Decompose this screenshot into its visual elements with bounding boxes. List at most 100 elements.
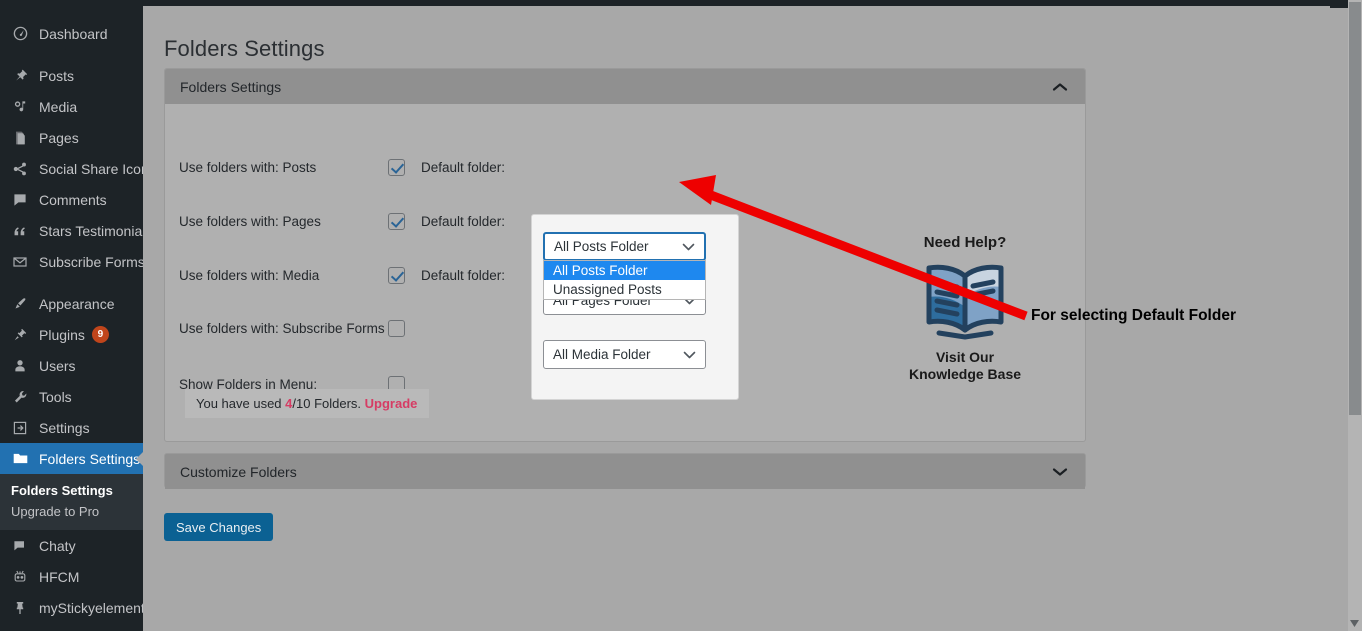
annotation-text: For selecting Default Folder bbox=[1031, 307, 1236, 324]
chevron-down-icon bbox=[682, 242, 695, 251]
customize-folders-panel-header[interactable]: Customize Folders bbox=[165, 454, 1085, 489]
sidebar-label: Stars Testimonials bbox=[39, 222, 143, 239]
need-help-subtitle[interactable]: Visit Our Knowledge Base bbox=[860, 349, 1070, 383]
screen-root: Dashboard Posts Media Pages Social Share bbox=[0, 0, 1362, 631]
sidebar-item-media[interactable]: Media bbox=[0, 91, 143, 122]
pin-icon bbox=[9, 66, 31, 86]
comment-icon bbox=[9, 190, 31, 210]
sidebar-label: Chaty bbox=[39, 537, 76, 554]
sidebar-item-mystickyelements[interactable]: myStickyelements bbox=[0, 592, 143, 623]
notice-prefix: You have used bbox=[196, 396, 286, 411]
sidebar-item-hfcm[interactable]: HFCM bbox=[0, 561, 143, 592]
sidebar-item-posts[interactable]: Posts bbox=[0, 60, 143, 91]
folders-settings-panel-body: Use folders with: Posts Default folder: … bbox=[165, 104, 1085, 442]
submenu-item-upgrade-to-pro[interactable]: Upgrade to Pro bbox=[0, 501, 143, 522]
sidebar-label: Dashboard bbox=[39, 25, 108, 42]
media-icon bbox=[9, 97, 31, 117]
sidebar-label: Settings bbox=[39, 419, 90, 436]
submenu-item-folders-settings[interactable]: Folders Settings bbox=[0, 480, 143, 501]
sidebar-item-social-share-icons[interactable]: Social Share Icons bbox=[0, 153, 143, 184]
chevron-down-icon[interactable] bbox=[1052, 466, 1068, 477]
pages-icon bbox=[9, 128, 31, 148]
envelope-icon bbox=[9, 252, 31, 272]
sidebar-label: Users bbox=[39, 357, 76, 374]
sidebar-item-pages[interactable]: Pages bbox=[0, 122, 143, 153]
checkbox-use-folders-pages[interactable] bbox=[388, 212, 405, 230]
chat-icon bbox=[9, 536, 31, 556]
dashboard-icon bbox=[9, 24, 31, 44]
topbar-corner bbox=[1330, 0, 1348, 8]
chevron-up-icon[interactable] bbox=[1052, 81, 1068, 92]
checkbox-use-folders-posts[interactable] bbox=[388, 158, 405, 176]
sidebar-item-subscribe-forms[interactable]: Subscribe Forms bbox=[0, 246, 143, 277]
sidebar-label: Comments bbox=[39, 191, 107, 208]
upgrade-link[interactable]: Upgrade bbox=[365, 396, 418, 411]
default-folder-dropdown-surface: All Posts Folder All Pages Folder All Me… bbox=[531, 214, 739, 400]
notice-middle: /10 Folders. bbox=[292, 396, 365, 411]
sidebar-item-settings[interactable]: Settings bbox=[0, 412, 143, 443]
wrench-icon bbox=[9, 387, 31, 407]
folder-icon bbox=[9, 449, 31, 469]
panel-title: Customize Folders bbox=[180, 463, 297, 480]
quote-icon bbox=[9, 221, 31, 241]
select-default-folder-media[interactable]: All Media Folder bbox=[543, 340, 706, 369]
sidebar-label: HFCM bbox=[39, 568, 80, 585]
dropdown-option-unassigned-posts[interactable]: Unassigned Posts bbox=[544, 280, 705, 299]
sidebar-label: Posts bbox=[39, 67, 75, 84]
scroll-down-arrow-icon[interactable] bbox=[1350, 620, 1359, 627]
sidebar-label: Media bbox=[39, 98, 78, 115]
save-changes-button[interactable]: Save Changes bbox=[164, 513, 274, 541]
sidebar-label: Subscribe Forms bbox=[39, 253, 143, 270]
sidebar-item-chaty[interactable]: Chaty bbox=[0, 530, 143, 561]
share-icon bbox=[9, 159, 31, 179]
folders-settings-panel-header[interactable]: Folders Settings bbox=[165, 69, 1085, 104]
page-title: Folders Settings bbox=[164, 36, 325, 61]
brush-icon bbox=[9, 294, 31, 314]
sidebar-label: Folders Settings bbox=[39, 450, 141, 467]
sidebar-item-folders-settings[interactable]: Folders Settings bbox=[0, 443, 143, 474]
select-value: All Media Folder bbox=[553, 347, 651, 362]
settings-icon bbox=[9, 418, 31, 438]
sidebar-label: Tools bbox=[39, 388, 72, 405]
user-icon bbox=[9, 356, 31, 376]
need-help-line2: Knowledge Base bbox=[908, 366, 1022, 382]
checkbox-use-folders-media[interactable] bbox=[388, 266, 405, 284]
admin-topbar bbox=[143, 0, 1348, 6]
dropdown-option-list: All Posts Folder Unassigned Posts bbox=[543, 260, 706, 300]
default-folder-label: Default folder: bbox=[421, 267, 506, 283]
sticky-pin-icon bbox=[9, 598, 31, 618]
robot-icon bbox=[9, 567, 31, 587]
sidebar-label: myStickyelements bbox=[39, 599, 143, 616]
sidebar-item-stars-testimonials[interactable]: Stars Testimonials bbox=[0, 215, 143, 246]
sidebar-item-plugins[interactable]: Plugins 9 bbox=[0, 319, 143, 350]
need-help-line1: Visit Our bbox=[935, 349, 995, 365]
customize-folders-panel: Customize Folders bbox=[164, 453, 1086, 489]
plugins-update-badge: 9 bbox=[91, 326, 109, 343]
sidebar-item-dashboard[interactable]: Dashboard bbox=[0, 18, 143, 49]
sidebar-label: Pages bbox=[39, 129, 79, 146]
folders-settings-panel: Folders Settings Use folders with: Posts… bbox=[164, 68, 1086, 442]
sidebar-label: Social Share Icons bbox=[39, 160, 143, 177]
select-value: All Posts Folder bbox=[554, 239, 649, 254]
chevron-down-icon bbox=[683, 350, 696, 359]
select-default-folder-posts[interactable]: All Posts Folder bbox=[543, 232, 706, 261]
row-label: Use folders with: Posts bbox=[179, 159, 317, 175]
page-scrollbar-thumb[interactable] bbox=[1349, 2, 1361, 415]
sidebar-submenu: Folders Settings Upgrade to Pro bbox=[0, 474, 143, 530]
need-help-title: Need Help? bbox=[923, 234, 1007, 251]
sidebar-item-appearance[interactable]: Appearance bbox=[0, 288, 143, 319]
dropdown-option-all-posts-folder[interactable]: All Posts Folder bbox=[544, 261, 705, 280]
open-book-icon bbox=[860, 259, 1070, 343]
checkbox-use-folders-subscribe-forms[interactable] bbox=[388, 319, 405, 337]
default-folder-label: Default folder: bbox=[421, 213, 506, 229]
default-folder-label: Default folder: bbox=[421, 159, 506, 175]
admin-sidebar: Dashboard Posts Media Pages Social Share bbox=[0, 0, 143, 631]
sidebar-item-tools[interactable]: Tools bbox=[0, 381, 143, 412]
row-label: Use folders with: Pages bbox=[179, 213, 321, 229]
sidebar-label: Plugins bbox=[39, 326, 85, 343]
row-label: Use folders with: Subscribe Forms bbox=[179, 320, 385, 336]
plug-icon bbox=[9, 325, 31, 345]
sidebar-item-users[interactable]: Users bbox=[0, 350, 143, 381]
sidebar-item-comments[interactable]: Comments bbox=[0, 184, 143, 215]
panel-title: Folders Settings bbox=[180, 78, 282, 95]
